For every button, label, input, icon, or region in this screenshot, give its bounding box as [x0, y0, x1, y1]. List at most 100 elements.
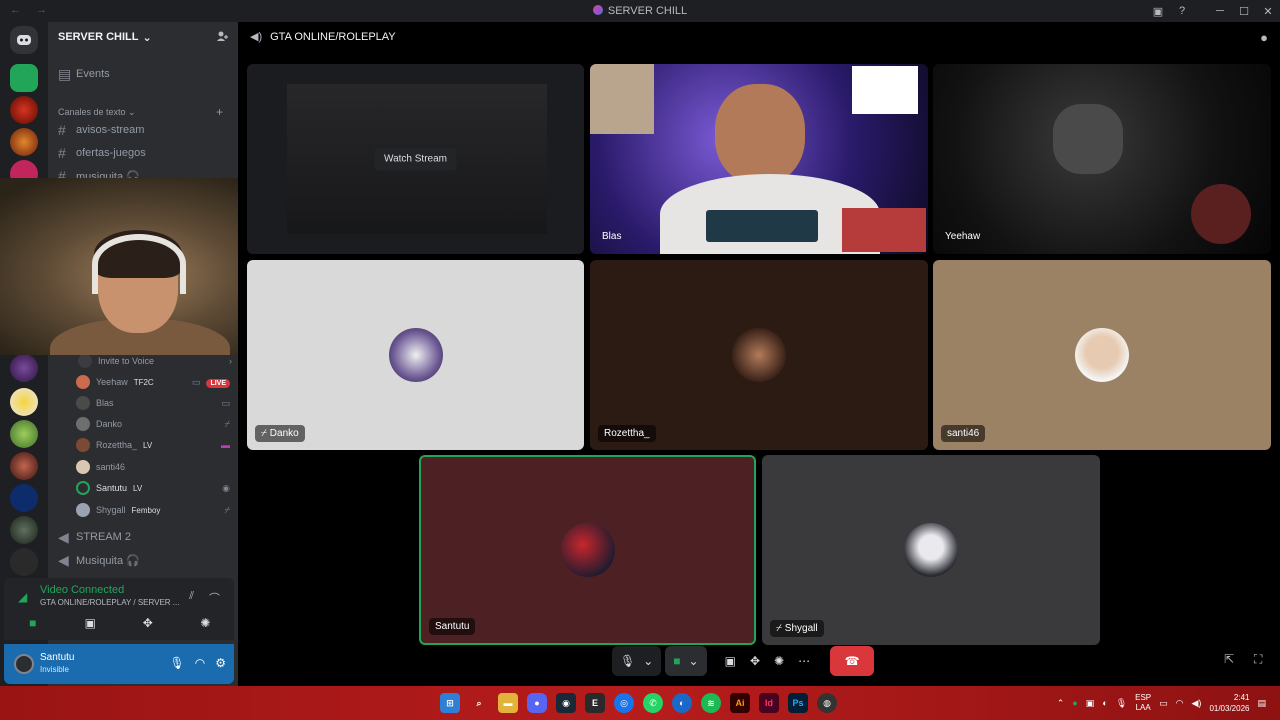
voice-channel-musiquita[interactable]: ◀ Musiquita 🎧: [58, 552, 140, 568]
photoshop-icon[interactable]: Ps: [788, 693, 808, 713]
video-tile-danko[interactable]: ⌿ Danko: [247, 260, 584, 450]
channel-avisos-stream[interactable]: # avisos-stream: [58, 122, 144, 138]
epic-games-icon[interactable]: E: [585, 693, 605, 713]
watch-stream-button[interactable]: Watch Stream: [374, 147, 457, 171]
text-category[interactable]: Canales de texto ⌄: [58, 107, 136, 118]
network-icon[interactable]: ▭: [1159, 698, 1168, 709]
chevron-down-icon[interactable]: ⌄: [643, 654, 653, 668]
mic-control[interactable]: 🎙 ⌄: [612, 646, 662, 676]
server-icon-6[interactable]: [10, 388, 38, 416]
system-tray: ⌃ ● ▣ ◐ 🎙 ESP LAA ▭ ◠ ◀) 2:41 01/03/2026 ▤: [1057, 692, 1266, 714]
disconnect-icon[interactable]: ⌒: [209, 590, 220, 606]
inbox-icon[interactable]: ▣: [1146, 5, 1170, 18]
volume-icon[interactable]: ◀): [1192, 698, 1202, 709]
help-icon[interactable]: ?: [1170, 5, 1194, 17]
screen-share-icon[interactable]: ▣: [725, 654, 736, 668]
server-icon-csgo-skins[interactable]: [10, 548, 38, 576]
tray-app-icon[interactable]: ▣: [1086, 698, 1095, 709]
spotify-icon[interactable]: ≋: [701, 693, 721, 713]
wifi-icon[interactable]: ◠: [1176, 698, 1184, 709]
connection-status: Video Connected: [40, 584, 125, 596]
server-icon-2[interactable]: [10, 96, 38, 124]
server-icon-3[interactable]: [10, 128, 38, 156]
leave-call-button[interactable]: ☎: [830, 646, 875, 676]
fullscreen-icon[interactable]: ⛶: [1254, 652, 1262, 667]
chrome-icon[interactable]: ◎: [614, 693, 634, 713]
headphones-icon[interactable]: ◠: [195, 656, 205, 670]
voice-user-santutu[interactable]: Santutu LV ◉: [76, 479, 236, 497]
voice-channel-stream-2[interactable]: ◀ STREAM 2: [58, 529, 131, 545]
camera-icon[interactable]: ■: [673, 654, 680, 668]
mic-muted-icon: ⌿: [224, 504, 230, 515]
file-explorer-icon[interactable]: ▬: [498, 693, 518, 713]
chevron-up-icon[interactable]: ⌃: [1057, 698, 1065, 709]
discord-taskbar-icon[interactable]: ●: [527, 693, 547, 713]
mic-icon[interactable]: 🎙: [1116, 698, 1127, 709]
chevron-down-icon[interactable]: ⌄: [689, 654, 699, 668]
popout-icon[interactable]: ⇱: [1224, 652, 1234, 666]
search-icon[interactable]: ⌕: [469, 693, 489, 713]
chat-icon[interactable]: ●: [1260, 30, 1268, 45]
maximize-button[interactable]: ☐: [1232, 5, 1256, 18]
activities-button[interactable]: ✥: [128, 616, 168, 630]
connection-channel[interactable]: GTA ONLINE/ROLEPLAY / SERVER ...: [40, 598, 179, 607]
server-icon-9[interactable]: [10, 484, 38, 512]
chevron-down-icon: ⌄: [142, 31, 152, 44]
voice-user-yeehaw[interactable]: Yeehaw TF2C ▭ LIVE: [76, 373, 236, 391]
camera-control[interactable]: ■ ⌄: [665, 646, 707, 676]
video-tile-shygall[interactable]: ⌿ Shygall: [762, 455, 1100, 645]
video-tile-santi46[interactable]: santi46: [933, 260, 1271, 450]
app-icon[interactable]: ◐: [672, 693, 692, 713]
windows-start-icon[interactable]: ⊞: [440, 693, 460, 713]
steam-icon[interactable]: ◉: [556, 693, 576, 713]
channel-ofertas-juegos[interactable]: # ofertas-juegos: [58, 145, 146, 161]
language-indicator[interactable]: ESP LAA: [1135, 693, 1151, 713]
mic-icon[interactable]: 🎙: [170, 656, 185, 670]
video-tile-santutu[interactable]: Santutu: [419, 455, 756, 645]
mic-icon[interactable]: 🎙: [620, 654, 635, 668]
hash-icon: #: [58, 122, 66, 138]
video-tile-yeehaw[interactable]: Yeehaw: [933, 64, 1271, 254]
tray-app-icon[interactable]: ◐: [1102, 698, 1107, 708]
discord-home-icon[interactable]: [10, 26, 38, 54]
server-icon-7[interactable]: [10, 420, 38, 448]
stream-tile[interactable]: Watch Stream: [247, 64, 584, 254]
more-options-icon[interactable]: ⋯: [798, 654, 810, 668]
clock[interactable]: 2:41 01/03/2026: [1209, 692, 1249, 714]
server-icon-8[interactable]: [10, 452, 38, 480]
user-name[interactable]: Santutu: [40, 652, 74, 663]
minimize-button[interactable]: ─: [1208, 5, 1232, 17]
soundboard-icon[interactable]: ✺: [774, 654, 784, 668]
voice-user-danko[interactable]: Danko ⌿: [76, 415, 236, 433]
settings-gear-icon[interactable]: ⚙: [215, 656, 226, 670]
avatar: [76, 417, 90, 431]
indesign-icon[interactable]: Id: [759, 693, 779, 713]
events-item[interactable]: ▤ Events: [58, 66, 110, 82]
obs-icon[interactable]: ◍: [817, 693, 837, 713]
video-tile-rozettha[interactable]: Rozettha_: [590, 260, 928, 450]
participant-name: Blas: [602, 231, 622, 242]
add-channel-icon[interactable]: +: [216, 105, 223, 119]
noise-suppression-icon[interactable]: ⫽: [189, 590, 194, 603]
voice-user-santi46[interactable]: santi46: [76, 458, 236, 476]
server-icon-1[interactable]: [10, 64, 38, 92]
server-icon-5[interactable]: [10, 354, 38, 382]
voice-user-shygall[interactable]: Shygall Femboy ⌿: [76, 501, 236, 519]
voice-user-blas[interactable]: Blas ▭: [76, 394, 236, 412]
video-tile-blas[interactable]: Blas: [590, 64, 928, 254]
server-icon-10[interactable]: [10, 516, 38, 544]
soundboard-button[interactable]: ✺: [185, 616, 225, 630]
participant-name: santi46: [941, 425, 986, 442]
activities-icon[interactable]: ✥: [750, 654, 760, 668]
notifications-icon[interactable]: ▤: [1257, 698, 1266, 709]
add-member-icon[interactable]: [216, 30, 228, 42]
avatar[interactable]: [14, 654, 34, 674]
illustrator-icon[interactable]: Ai: [730, 693, 750, 713]
status-dot-icon[interactable]: ●: [1072, 698, 1077, 708]
close-button[interactable]: ✕: [1256, 5, 1280, 18]
camera-button[interactable]: ■: [13, 616, 53, 630]
screen-share-button[interactable]: ▣: [70, 616, 110, 630]
server-header[interactable]: SERVER CHILL ⌄: [48, 22, 238, 52]
whatsapp-icon[interactable]: ✆: [643, 693, 663, 713]
voice-user-rozettha[interactable]: Rozettha_ LV ▬: [76, 436, 236, 454]
